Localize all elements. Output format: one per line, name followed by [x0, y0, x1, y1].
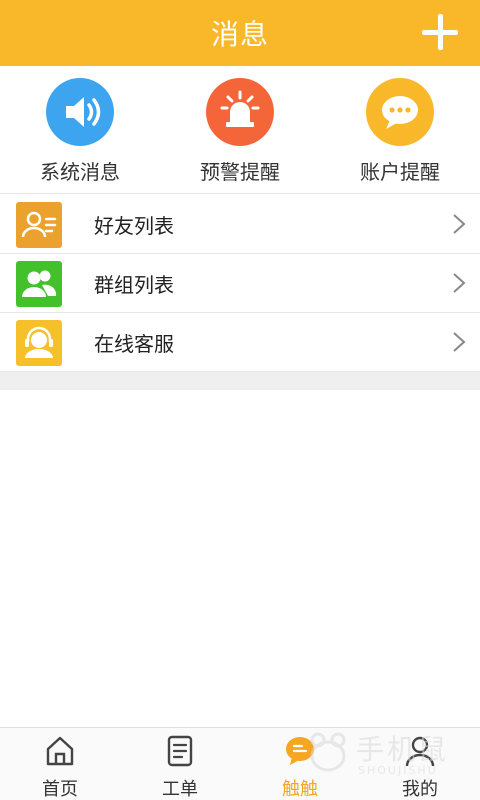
- list-item-online-support[interactable]: 在线客服: [0, 313, 480, 372]
- quick-action-label: 账户提醒: [360, 160, 440, 184]
- watermark-text: 手机鼠: [356, 733, 450, 766]
- watermark: 手机鼠 SHOUJISHU: [306, 726, 476, 782]
- chevron-right-icon: [453, 273, 466, 293]
- list-item-label: 好友列表: [94, 214, 174, 238]
- page-title: 消息: [210, 18, 269, 51]
- messages-screen: 消息 系统消息 预警提醒 账户提醒 好友列表 群组列表 在线客服 首页 工单 触…: [0, 0, 480, 800]
- nav-tab-work-order[interactable]: 工单: [120, 728, 240, 800]
- nav-label: 工单: [162, 779, 198, 800]
- watermark-subtext: SHOUJISHU: [358, 764, 438, 777]
- header-bar: 消息: [0, 0, 480, 66]
- home-icon: [46, 736, 74, 766]
- quick-action-system-messages[interactable]: 系统消息: [0, 78, 160, 194]
- quick-action-alerts[interactable]: 预警提醒: [160, 78, 320, 194]
- chat-bubble-icon: [366, 78, 434, 146]
- list-item-groups[interactable]: 群组列表: [0, 254, 480, 313]
- chevron-right-icon: [453, 214, 466, 234]
- nav-label: 首页: [42, 779, 78, 800]
- chevron-right-icon: [453, 332, 466, 352]
- headset-icon: [16, 320, 62, 366]
- quick-action-account[interactable]: 账户提醒: [320, 78, 480, 194]
- section-divider: [0, 372, 480, 390]
- nav-tab-home[interactable]: 首页: [0, 728, 120, 800]
- mouse-logo-icon: [310, 732, 346, 772]
- list-item-label: 群组列表: [94, 273, 174, 297]
- quick-actions: 系统消息 预警提醒 账户提醒: [0, 66, 480, 194]
- plus-icon[interactable]: [422, 14, 458, 50]
- message-list: 好友列表 群组列表 在线客服: [0, 195, 480, 372]
- quick-action-label: 系统消息: [40, 160, 120, 184]
- list-item-label: 在线客服: [94, 332, 174, 356]
- contact-card-icon: [16, 202, 62, 248]
- document-icon: [167, 735, 193, 767]
- alarm-light-icon: [206, 78, 274, 146]
- group-icon: [16, 261, 62, 307]
- list-item-friends[interactable]: 好友列表: [0, 195, 480, 254]
- speaker-icon: [46, 78, 114, 146]
- quick-action-label: 预警提醒: [200, 160, 280, 184]
